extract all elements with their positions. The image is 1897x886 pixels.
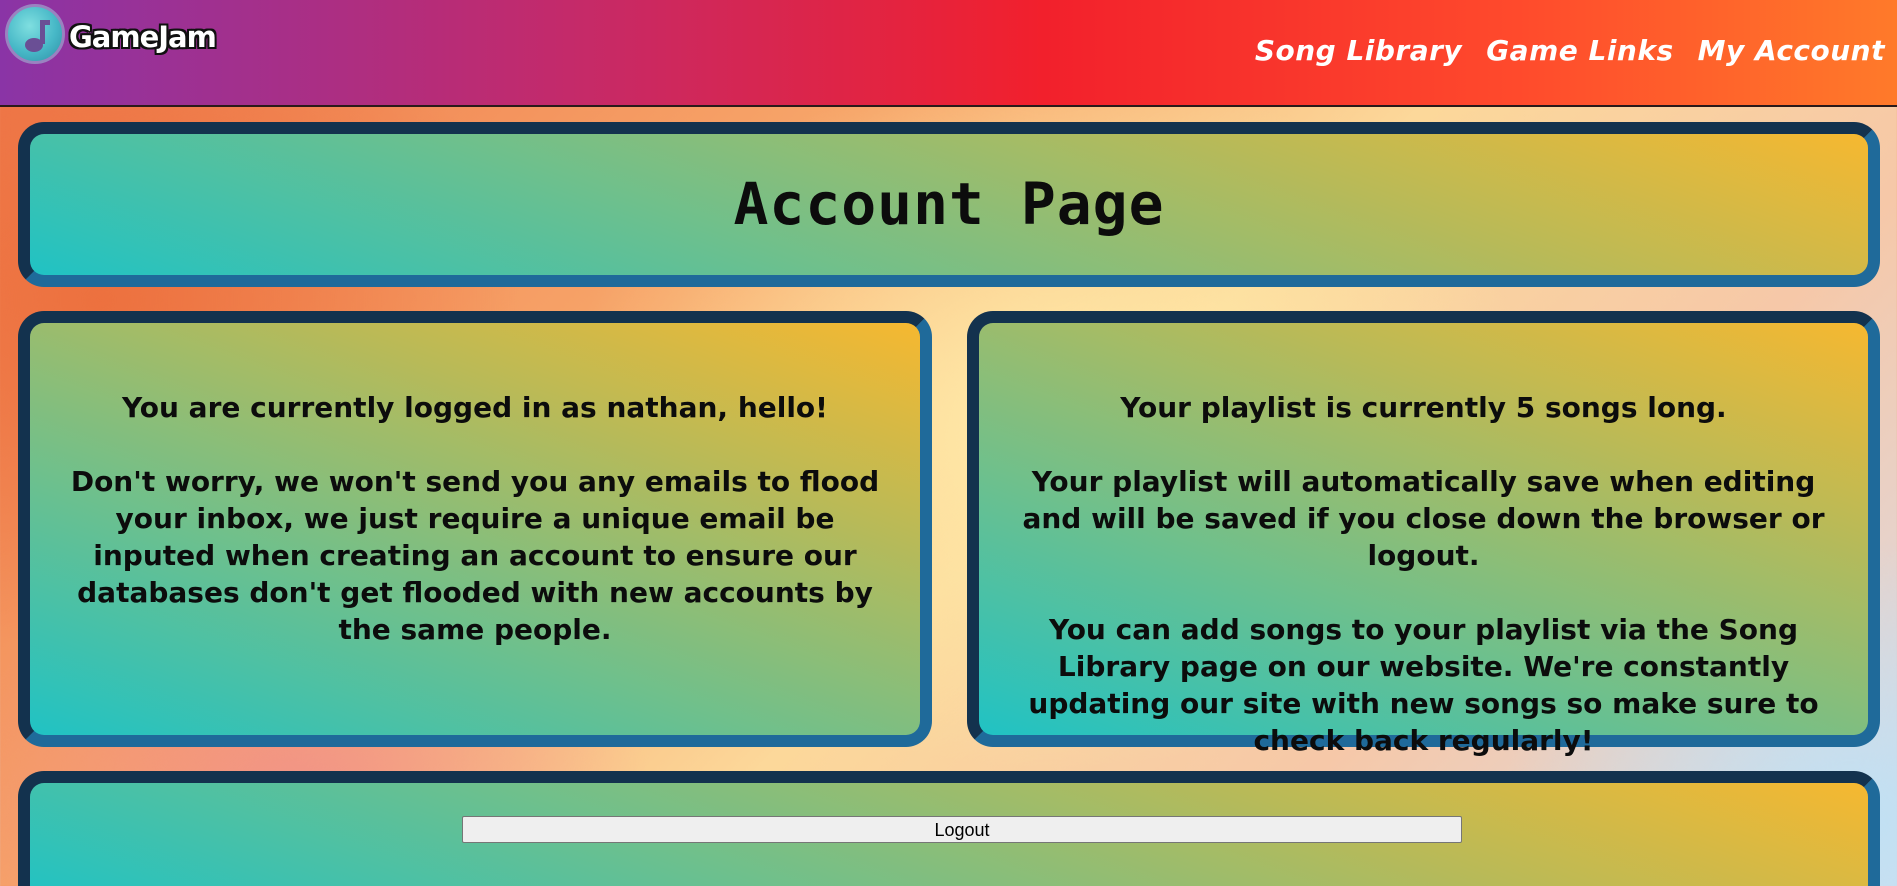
nav-links: Song Library Game Links My Account (1255, 34, 1885, 67)
playlist-length: Your playlist is currently 5 songs long. (1120, 391, 1727, 424)
email-note: Don't worry, we won't send you any email… (70, 465, 880, 646)
login-message: You are currently logged in as nathan, h… (122, 391, 828, 424)
title-panel: Account Page (18, 122, 1880, 287)
playlist-info-text: Your playlist is currently 5 songs long.… (999, 389, 1848, 796)
logo[interactable] (5, 4, 65, 64)
autosave-note: Your playlist will automatically save wh… (1022, 465, 1825, 572)
logo-text[interactable]: GameJam (69, 20, 217, 54)
logout-panel: Logout (18, 771, 1880, 886)
navbar: GameJam Song Library Game Links My Accou… (0, 0, 1897, 107)
nav-song-library[interactable]: Song Library (1255, 34, 1462, 67)
library-note: You can add songs to your playlist via t… (1028, 613, 1819, 757)
nav-my-account[interactable]: My Account (1698, 34, 1885, 67)
nav-game-links[interactable]: Game Links (1486, 34, 1673, 67)
logout-button[interactable]: Logout (462, 816, 1462, 843)
playlist-info-panel: Your playlist is currently 5 songs long.… (967, 311, 1880, 757)
account-info-panel: You are currently logged in as nathan, h… (18, 311, 932, 747)
page-title: Account Page (733, 170, 1165, 238)
music-note-icon (25, 20, 50, 52)
account-info-text: You are currently logged in as nathan, h… (50, 389, 900, 685)
